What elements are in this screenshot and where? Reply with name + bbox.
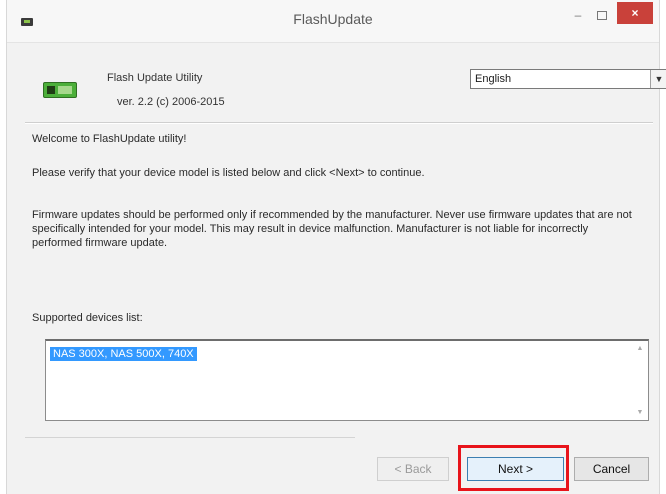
next-button[interactable]: Next >: [467, 457, 564, 481]
device-board-icon: [43, 82, 77, 98]
maximize-icon: [597, 11, 607, 21]
language-select[interactable]: English ▼: [470, 69, 666, 89]
verify-instruction: Please verify that your device model is …: [32, 167, 425, 179]
utility-name: Flash Update Utility: [107, 72, 203, 84]
header-panel: Flash Update Utility ver. 2.2 (c) 2006-2…: [25, 52, 666, 122]
firmware-warning: Firmware updates should be performed onl…: [32, 209, 632, 249]
back-button[interactable]: < Back: [377, 457, 449, 481]
list-item[interactable]: NAS 300X, NAS 500X, 740X: [50, 347, 197, 361]
supported-devices-label: Supported devices list:: [32, 312, 143, 324]
language-selected-value: English: [475, 73, 512, 85]
scroll-up-icon[interactable]: ▲: [634, 345, 646, 352]
supported-devices-list[interactable]: NAS 300X, NAS 500X, 740X ▲ ▼: [45, 339, 649, 421]
cancel-button[interactable]: Cancel: [574, 457, 649, 481]
window-title: FlashUpdate: [293, 11, 373, 27]
scroll-down-icon[interactable]: ▼: [634, 409, 646, 416]
header-divider-highlight: [25, 123, 653, 124]
minimize-button[interactable]: –: [567, 4, 589, 26]
maximize-button[interactable]: [591, 4, 613, 26]
title-bar[interactable]: FlashUpdate – ×: [7, 0, 659, 43]
footer-divider: [25, 437, 355, 438]
chevron-down-icon[interactable]: ▼: [650, 70, 666, 88]
close-button[interactable]: ×: [617, 2, 653, 24]
welcome-text: Welcome to FlashUpdate utility!: [32, 133, 187, 145]
version-text: ver. 2.2 (c) 2006-2015: [117, 96, 225, 108]
flashupdate-window: FlashUpdate – × Flash Update Utility ver…: [6, 0, 666, 494]
list-scrollbar[interactable]: ▲ ▼: [634, 345, 646, 416]
